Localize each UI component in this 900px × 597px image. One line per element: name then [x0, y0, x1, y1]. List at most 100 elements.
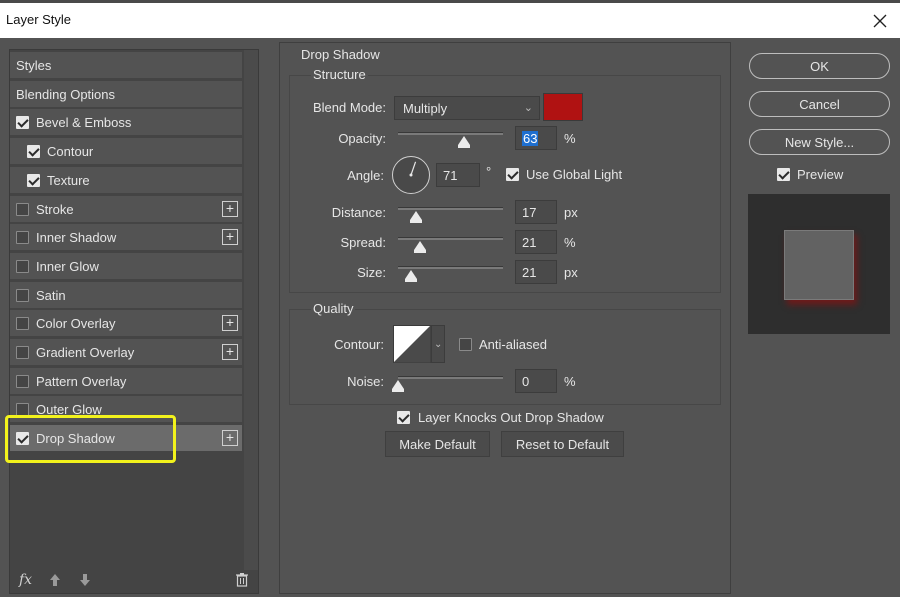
contour-label: Contour: [334, 337, 384, 352]
size-input[interactable]: 21 [515, 260, 557, 284]
structure-title: Structure [311, 67, 368, 82]
anti-aliased-checkbox[interactable] [459, 338, 472, 351]
contour-preview-icon[interactable] [393, 325, 431, 363]
preview-label: Preview [797, 167, 844, 182]
add-effect-icon[interactable]: + [222, 229, 238, 246]
size-slider[interactable] [398, 266, 503, 269]
close-icon[interactable] [866, 5, 894, 35]
style-item-bevel-emboss[interactable]: Bevel & Emboss [10, 109, 242, 137]
style-item-inner-shadow[interactable]: Inner Shadow + [10, 224, 242, 252]
opacity-input[interactable]: 63 [515, 126, 557, 150]
title-bar: Layer Style [0, 0, 900, 38]
style-item-styles[interactable]: Styles [10, 52, 242, 79]
ok-button[interactable]: OK [749, 53, 890, 79]
distance-input[interactable]: 17 [515, 200, 557, 224]
style-item-label: Contour [47, 144, 94, 160]
blend-mode-value: Multiply [403, 101, 448, 116]
styles-list-panel: Styles Blending Options Bevel & Emboss Cont… [9, 49, 259, 594]
arrow-up-icon[interactable] [48, 573, 62, 587]
distance-slider[interactable] [398, 207, 503, 210]
quality-group [289, 309, 721, 405]
noise-input[interactable]: 0 [515, 369, 557, 393]
style-item-checkbox[interactable] [16, 231, 29, 245]
quality-title: Quality [311, 301, 356, 316]
style-item-blending-options[interactable]: Blending Options [10, 80, 242, 108]
distance-unit: px [564, 205, 578, 220]
style-item-color-overlay[interactable]: Color Overlay + [10, 310, 242, 338]
preview-checkbox[interactable] [777, 168, 790, 181]
opacity-unit: % [564, 131, 576, 146]
add-effect-icon[interactable]: + [222, 200, 238, 217]
style-item-label: Blending Options [16, 86, 116, 102]
noise-unit: % [564, 374, 576, 389]
style-item-inner-glow[interactable]: Inner Glow [10, 252, 242, 280]
preview-swatch [784, 230, 854, 300]
trash-icon[interactable] [235, 572, 249, 587]
style-item-checkbox[interactable] [16, 202, 29, 216]
angle-input[interactable]: 71 [436, 163, 480, 187]
style-item-checkbox[interactable] [16, 288, 29, 302]
spread-slider[interactable] [398, 237, 503, 240]
make-default-button[interactable]: Make Default [385, 431, 490, 457]
style-item-checkbox[interactable] [16, 317, 29, 331]
blend-mode-label: Blend Mode: [313, 100, 386, 115]
distance-value: 17 [522, 205, 537, 220]
size-slider-thumb[interactable] [404, 270, 417, 282]
knocks-out-checkbox[interactable] [397, 411, 410, 424]
size-label: Size: [357, 265, 386, 280]
new-style-button[interactable]: New Style... [749, 129, 890, 155]
style-item-checkbox[interactable] [27, 145, 40, 159]
style-item-label: Stroke [36, 201, 74, 217]
noise-slider[interactable] [398, 376, 503, 379]
style-item-label: Gradient Overlay [36, 345, 135, 360]
style-item-checkbox[interactable] [16, 374, 29, 388]
style-item-label: Satin [36, 287, 66, 303]
style-item-label: Pattern Overlay [36, 373, 127, 389]
style-item-label: Color Overlay [36, 316, 116, 332]
style-item-checkbox[interactable] [16, 259, 29, 273]
angle-dial[interactable] [391, 155, 431, 195]
noise-slider-thumb[interactable] [392, 380, 404, 392]
opacity-slider[interactable] [398, 132, 503, 135]
angle-label: Angle: [347, 168, 384, 183]
spread-unit: % [564, 235, 576, 250]
style-item-checkbox[interactable] [27, 173, 40, 187]
style-item-texture[interactable]: Texture [10, 166, 242, 194]
add-effect-icon[interactable]: + [222, 430, 238, 447]
arrow-down-icon[interactable] [78, 573, 92, 587]
use-global-light-label: Use Global Light [526, 167, 623, 182]
style-item-label: Inner Shadow [36, 230, 117, 246]
contour-dropdown[interactable]: ⌄ [431, 325, 445, 363]
style-item-stroke[interactable]: Stroke + [10, 195, 242, 223]
spread-slider-thumb[interactable] [414, 241, 427, 253]
style-item-label: Texture [47, 172, 90, 188]
blend-mode-select[interactable]: Multiply ⌄ [394, 96, 540, 120]
window-title: Layer Style [6, 12, 72, 27]
size-unit: px [564, 265, 578, 280]
shadow-color-swatch[interactable] [543, 93, 583, 121]
spread-input[interactable]: 21 [515, 230, 557, 254]
add-effect-icon[interactable]: + [222, 344, 238, 360]
style-item-label: Bevel & Emboss [36, 115, 132, 131]
use-global-light-checkbox[interactable] [506, 168, 519, 181]
style-item-pattern-overlay[interactable]: Pattern Overlay [10, 367, 242, 395]
section-title: Drop Shadow [301, 47, 380, 62]
knocks-out-label: Layer Knocks Out Drop Shadow [418, 410, 604, 425]
spread-value: 21 [522, 235, 537, 250]
style-item-contour[interactable]: Contour [10, 138, 242, 166]
styles-list-scrollbar[interactable] [244, 50, 258, 570]
fx-icon[interactable]: fx [19, 572, 32, 588]
cancel-button[interactable]: Cancel [749, 91, 890, 117]
add-effect-icon[interactable]: + [222, 315, 238, 332]
opacity-value: 63 [522, 131, 539, 146]
style-item-satin[interactable]: Satin [10, 281, 242, 309]
angle-unit: ° [486, 164, 492, 179]
style-item-gradient-overlay[interactable]: Gradient Overlay + [10, 339, 242, 366]
distance-slider-thumb[interactable] [409, 211, 422, 223]
opacity-slider-thumb[interactable] [458, 136, 471, 148]
reset-to-default-button[interactable]: Reset to Default [501, 431, 624, 457]
style-item-checkbox[interactable] [16, 346, 29, 359]
distance-label: Distance: [331, 205, 386, 220]
style-item-checkbox[interactable] [16, 116, 29, 130]
anti-aliased-label: Anti-aliased [479, 337, 547, 352]
